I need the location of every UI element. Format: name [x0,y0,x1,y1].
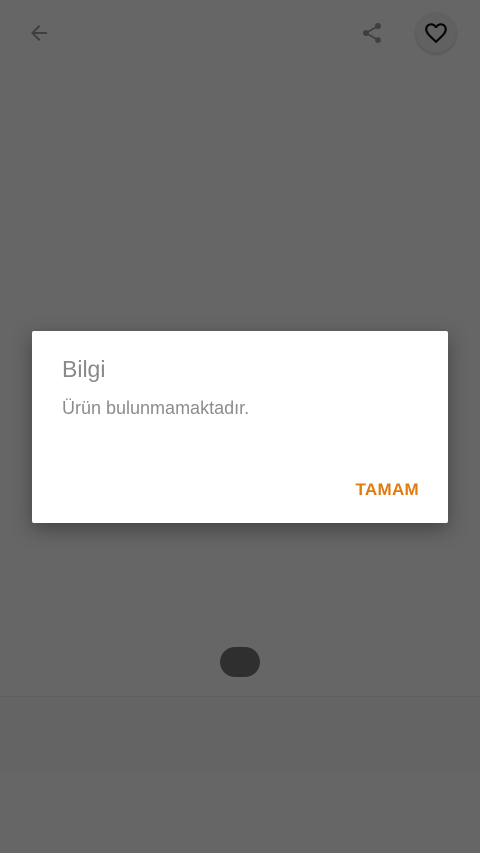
ok-button[interactable]: TAMAM [356,480,420,500]
info-dialog: Bilgi Ürün bulunmamaktadır. TAMAM [32,331,448,523]
dialog-title: Bilgi [62,356,106,382]
dialog-message: Ürün bulunmamaktadır. [62,398,250,418]
app-screen: Bilgi Ürün bulunmamaktadır. TAMAM [0,0,480,853]
